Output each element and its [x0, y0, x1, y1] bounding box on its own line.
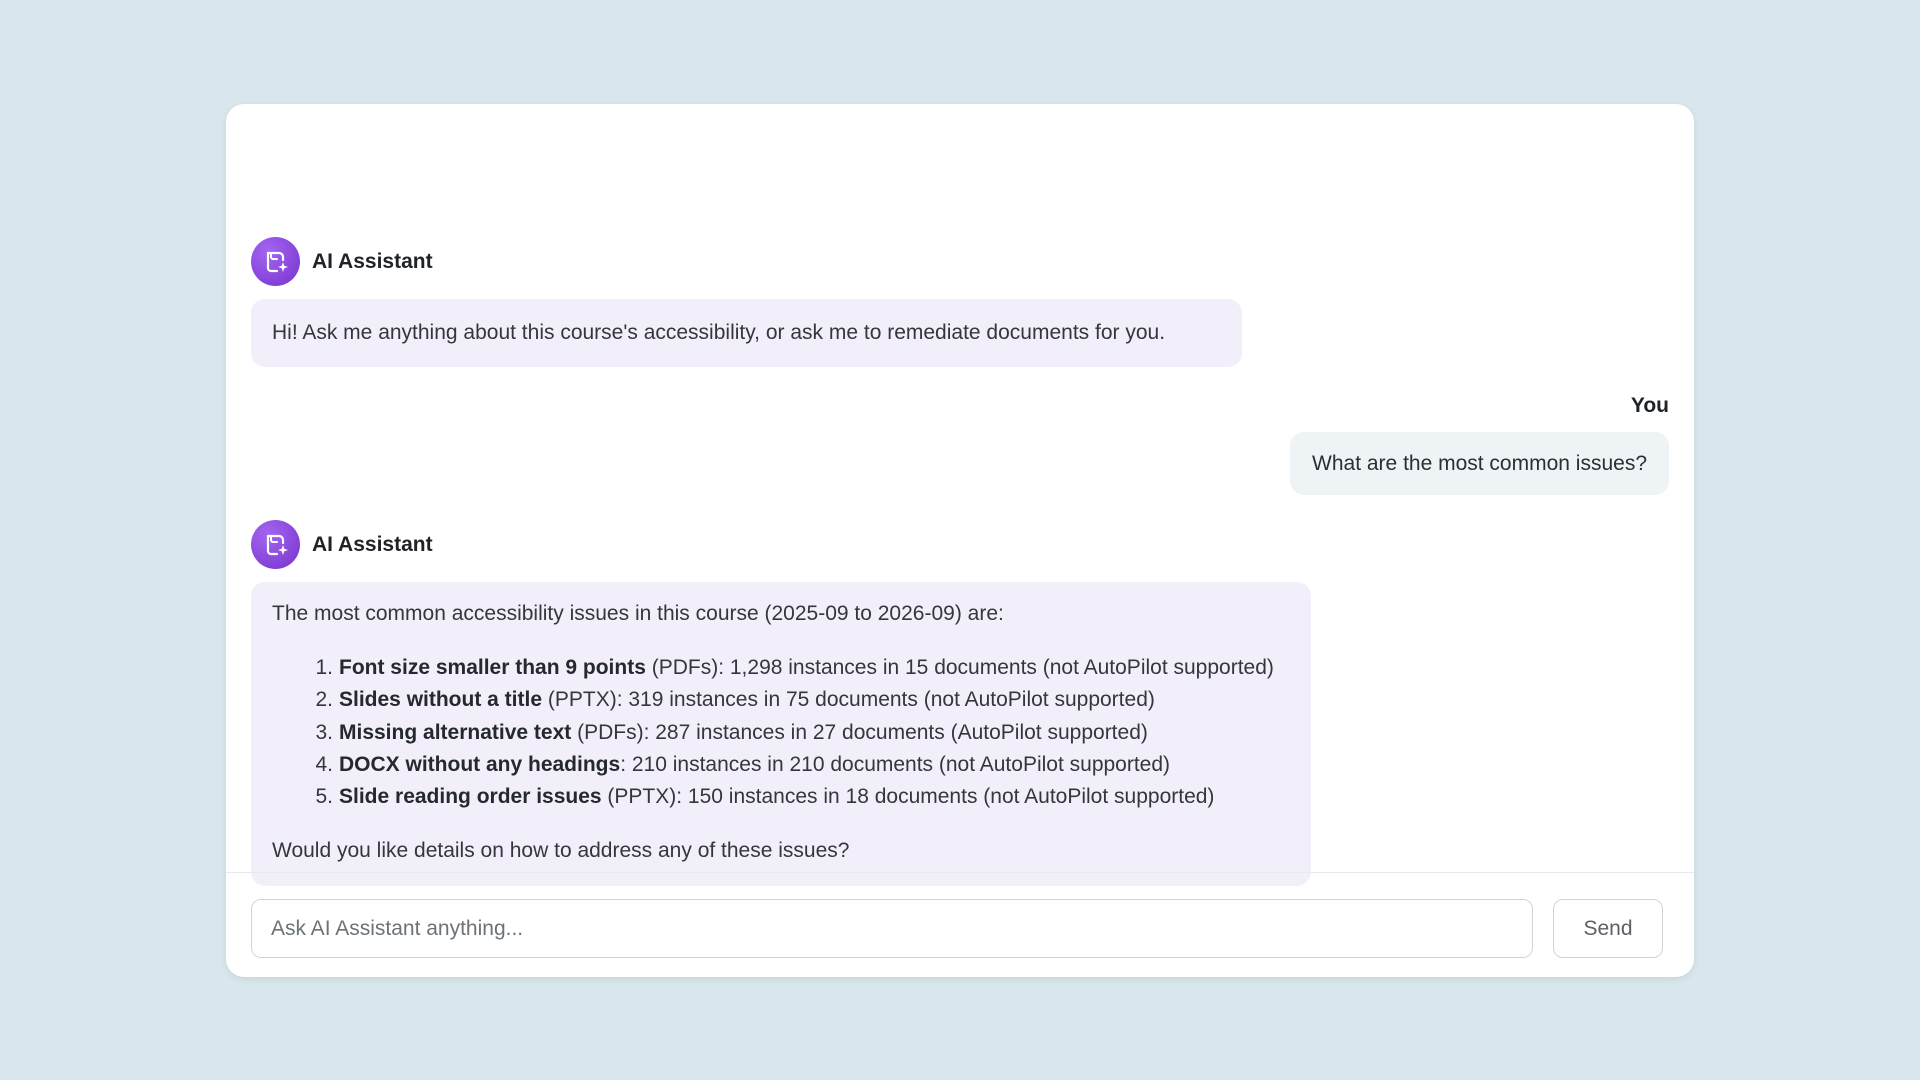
- ai-assistant-icon: [251, 237, 300, 286]
- message-intro: The most common accessibility issues in …: [272, 602, 1004, 625]
- list-item: 3. Missing alternative text (PDFs): 287 …: [272, 717, 1290, 749]
- ai-assistant-icon: [251, 520, 300, 569]
- issue-title: Font size smaller than 9 points: [339, 656, 646, 679]
- list-item: 5. Slide reading order issues (PPTX): 15…: [272, 781, 1290, 813]
- issue-title: Slides without a title: [339, 688, 543, 712]
- chat-input[interactable]: [251, 899, 1533, 958]
- issue-detail: (PPTX): 150 instances in 18 documents (n…: [601, 785, 1215, 809]
- message-text: Hi! Ask me anything about this course's …: [272, 321, 1166, 344]
- message-composer: Send: [226, 872, 1694, 977]
- list-item-number: 4.: [315, 752, 333, 776]
- issue-title: DOCX without any headings: [339, 752, 621, 776]
- issue-detail: : 210 instances in 210 documents (not Au…: [620, 752, 1171, 776]
- assistant-message: The most common accessibility issues in …: [251, 582, 1311, 886]
- assistant-header: AI Assistant: [251, 520, 433, 569]
- list-item-number: 3.: [315, 720, 333, 744]
- issue-list: 1. Font size smaller than 9 points (PDFs…: [272, 652, 1290, 813]
- sender-name: AI Assistant: [312, 249, 433, 273]
- issue-detail: (PDFs): 287 instances in 27 documents (A…: [571, 720, 1148, 744]
- user-message: What are the most common issues?: [1290, 432, 1669, 495]
- ai-assistant-glyph: [266, 534, 288, 555]
- list-item-number: 5.: [315, 785, 333, 809]
- send-button[interactable]: Send: [1553, 899, 1663, 958]
- issue-detail: (PDFs): 1,298 instances in 15 documents …: [645, 656, 1274, 679]
- ai-assistant-glyph: [266, 251, 288, 272]
- message-outro: Would you like details on how to address…: [272, 839, 850, 863]
- message-list[interactable]: AI Assistant Hi! Ask me anything about t…: [251, 104, 1669, 886]
- sender-name: AI Assistant: [312, 532, 433, 556]
- issue-detail: (PPTX): 319 instances in 75 documents (n…: [542, 688, 1155, 712]
- issue-title: Missing alternative text: [339, 720, 572, 744]
- list-item-number: 2.: [315, 688, 333, 712]
- chat-panel: AI Assistant Hi! Ask me anything about t…: [226, 104, 1694, 977]
- user-sender-name: You: [1630, 394, 1669, 417]
- assistant-header: AI Assistant: [251, 237, 433, 286]
- list-item: 4. DOCX without any headings: 210 instan…: [272, 749, 1290, 781]
- list-item: 2. Slides without a title (PPTX): 319 in…: [272, 684, 1290, 716]
- message-text: What are the most common issues?: [1312, 451, 1647, 475]
- list-item-number: 1.: [315, 656, 333, 679]
- assistant-message: Hi! Ask me anything about this course's …: [251, 299, 1242, 367]
- issue-title: Slide reading order issues: [339, 785, 602, 809]
- list-item: 1. Font size smaller than 9 points (PDFs…: [272, 652, 1290, 684]
